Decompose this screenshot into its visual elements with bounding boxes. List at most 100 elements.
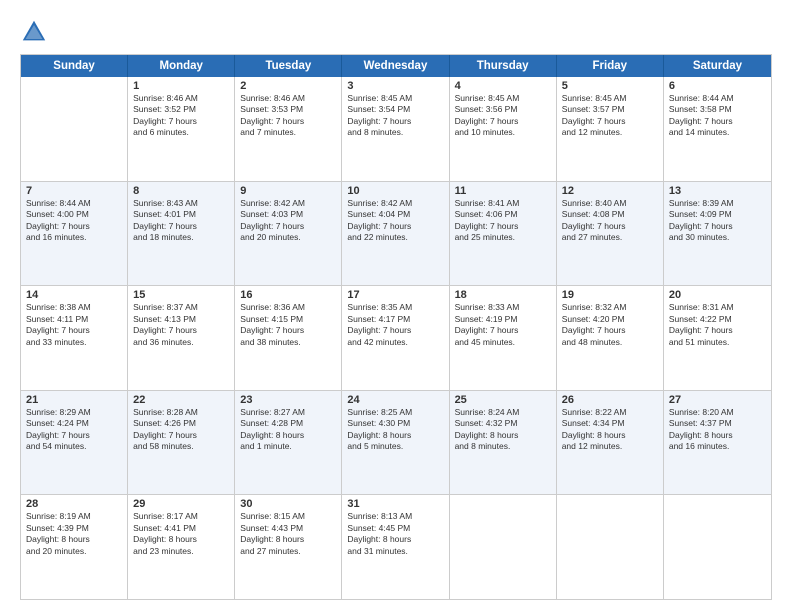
cell-date: 6 [669, 80, 766, 92]
calendar-cell-w1d2: 2Sunrise: 8:46 AM Sunset: 3:53 PM Daylig… [235, 77, 342, 181]
calendar-cell-w2d1: 8Sunrise: 8:43 AM Sunset: 4:01 PM Daylig… [128, 182, 235, 286]
cell-info: Sunrise: 8:29 AM Sunset: 4:24 PM Dayligh… [26, 407, 122, 453]
calendar-cell-w4d5: 26Sunrise: 8:22 AM Sunset: 4:34 PM Dayli… [557, 391, 664, 495]
cell-date: 31 [347, 498, 443, 510]
cell-date: 12 [562, 185, 658, 197]
cell-date: 16 [240, 289, 336, 301]
cell-date: 2 [240, 80, 336, 92]
calendar-cell-w3d3: 17Sunrise: 8:35 AM Sunset: 4:17 PM Dayli… [342, 286, 449, 390]
calendar-cell-w3d2: 16Sunrise: 8:36 AM Sunset: 4:15 PM Dayli… [235, 286, 342, 390]
calendar-row-3: 14Sunrise: 8:38 AM Sunset: 4:11 PM Dayli… [21, 286, 771, 391]
cell-date: 30 [240, 498, 336, 510]
cell-info: Sunrise: 8:28 AM Sunset: 4:26 PM Dayligh… [133, 407, 229, 453]
cell-info: Sunrise: 8:19 AM Sunset: 4:39 PM Dayligh… [26, 511, 122, 557]
cell-date: 10 [347, 185, 443, 197]
cell-date: 28 [26, 498, 122, 510]
cell-info: Sunrise: 8:33 AM Sunset: 4:19 PM Dayligh… [455, 302, 551, 348]
cell-info: Sunrise: 8:13 AM Sunset: 4:45 PM Dayligh… [347, 511, 443, 557]
cell-info: Sunrise: 8:45 AM Sunset: 3:56 PM Dayligh… [455, 93, 551, 139]
cell-info: Sunrise: 8:42 AM Sunset: 4:03 PM Dayligh… [240, 198, 336, 244]
cell-date: 25 [455, 394, 551, 406]
day-header-friday: Friday [557, 55, 664, 77]
calendar-body: 1Sunrise: 8:46 AM Sunset: 3:52 PM Daylig… [21, 77, 771, 599]
calendar-row-4: 21Sunrise: 8:29 AM Sunset: 4:24 PM Dayli… [21, 391, 771, 496]
day-header-tuesday: Tuesday [235, 55, 342, 77]
cell-date: 8 [133, 185, 229, 197]
cell-date: 23 [240, 394, 336, 406]
calendar-cell-w4d6: 27Sunrise: 8:20 AM Sunset: 4:37 PM Dayli… [664, 391, 771, 495]
cell-date: 14 [26, 289, 122, 301]
cell-info: Sunrise: 8:42 AM Sunset: 4:04 PM Dayligh… [347, 198, 443, 244]
cell-info: Sunrise: 8:44 AM Sunset: 4:00 PM Dayligh… [26, 198, 122, 244]
calendar-cell-w3d1: 15Sunrise: 8:37 AM Sunset: 4:13 PM Dayli… [128, 286, 235, 390]
calendar-row-2: 7Sunrise: 8:44 AM Sunset: 4:00 PM Daylig… [21, 182, 771, 287]
cell-info: Sunrise: 8:41 AM Sunset: 4:06 PM Dayligh… [455, 198, 551, 244]
calendar-row-5: 28Sunrise: 8:19 AM Sunset: 4:39 PM Dayli… [21, 495, 771, 599]
calendar-cell-w5d4 [450, 495, 557, 599]
calendar-cell-w2d0: 7Sunrise: 8:44 AM Sunset: 4:00 PM Daylig… [21, 182, 128, 286]
cell-date: 9 [240, 185, 336, 197]
header [20, 18, 772, 46]
cell-info: Sunrise: 8:46 AM Sunset: 3:52 PM Dayligh… [133, 93, 229, 139]
calendar-cell-w5d6 [664, 495, 771, 599]
logo [20, 18, 53, 46]
day-header-sunday: Sunday [21, 55, 128, 77]
page: SundayMondayTuesdayWednesdayThursdayFrid… [0, 0, 792, 612]
cell-info: Sunrise: 8:46 AM Sunset: 3:53 PM Dayligh… [240, 93, 336, 139]
cell-info: Sunrise: 8:31 AM Sunset: 4:22 PM Dayligh… [669, 302, 766, 348]
logo-icon [20, 18, 48, 46]
cell-info: Sunrise: 8:17 AM Sunset: 4:41 PM Dayligh… [133, 511, 229, 557]
calendar-cell-w2d2: 9Sunrise: 8:42 AM Sunset: 4:03 PM Daylig… [235, 182, 342, 286]
calendar-cell-w1d3: 3Sunrise: 8:45 AM Sunset: 3:54 PM Daylig… [342, 77, 449, 181]
calendar-cell-w2d5: 12Sunrise: 8:40 AM Sunset: 4:08 PM Dayli… [557, 182, 664, 286]
cell-date: 20 [669, 289, 766, 301]
calendar-cell-w3d6: 20Sunrise: 8:31 AM Sunset: 4:22 PM Dayli… [664, 286, 771, 390]
cell-info: Sunrise: 8:37 AM Sunset: 4:13 PM Dayligh… [133, 302, 229, 348]
cell-info: Sunrise: 8:32 AM Sunset: 4:20 PM Dayligh… [562, 302, 658, 348]
calendar-cell-w4d1: 22Sunrise: 8:28 AM Sunset: 4:26 PM Dayli… [128, 391, 235, 495]
cell-date: 19 [562, 289, 658, 301]
day-header-saturday: Saturday [664, 55, 771, 77]
calendar-cell-w2d6: 13Sunrise: 8:39 AM Sunset: 4:09 PM Dayli… [664, 182, 771, 286]
cell-date: 29 [133, 498, 229, 510]
calendar-header: SundayMondayTuesdayWednesdayThursdayFrid… [21, 55, 771, 77]
cell-date: 27 [669, 394, 766, 406]
calendar-cell-w2d4: 11Sunrise: 8:41 AM Sunset: 4:06 PM Dayli… [450, 182, 557, 286]
day-header-monday: Monday [128, 55, 235, 77]
calendar-cell-w5d2: 30Sunrise: 8:15 AM Sunset: 4:43 PM Dayli… [235, 495, 342, 599]
day-header-wednesday: Wednesday [342, 55, 449, 77]
cell-date: 7 [26, 185, 122, 197]
cell-date: 4 [455, 80, 551, 92]
calendar-cell-w5d5 [557, 495, 664, 599]
cell-info: Sunrise: 8:43 AM Sunset: 4:01 PM Dayligh… [133, 198, 229, 244]
calendar-cell-w3d4: 18Sunrise: 8:33 AM Sunset: 4:19 PM Dayli… [450, 286, 557, 390]
calendar-cell-w1d0 [21, 77, 128, 181]
cell-date: 24 [347, 394, 443, 406]
cell-info: Sunrise: 8:15 AM Sunset: 4:43 PM Dayligh… [240, 511, 336, 557]
cell-date: 3 [347, 80, 443, 92]
calendar-cell-w1d4: 4Sunrise: 8:45 AM Sunset: 3:56 PM Daylig… [450, 77, 557, 181]
calendar-cell-w4d0: 21Sunrise: 8:29 AM Sunset: 4:24 PM Dayli… [21, 391, 128, 495]
calendar-cell-w5d1: 29Sunrise: 8:17 AM Sunset: 4:41 PM Dayli… [128, 495, 235, 599]
calendar-cell-w5d3: 31Sunrise: 8:13 AM Sunset: 4:45 PM Dayli… [342, 495, 449, 599]
calendar-cell-w3d0: 14Sunrise: 8:38 AM Sunset: 4:11 PM Dayli… [21, 286, 128, 390]
cell-info: Sunrise: 8:25 AM Sunset: 4:30 PM Dayligh… [347, 407, 443, 453]
cell-info: Sunrise: 8:45 AM Sunset: 3:57 PM Dayligh… [562, 93, 658, 139]
calendar-cell-w1d5: 5Sunrise: 8:45 AM Sunset: 3:57 PM Daylig… [557, 77, 664, 181]
cell-info: Sunrise: 8:38 AM Sunset: 4:11 PM Dayligh… [26, 302, 122, 348]
cell-info: Sunrise: 8:40 AM Sunset: 4:08 PM Dayligh… [562, 198, 658, 244]
cell-info: Sunrise: 8:39 AM Sunset: 4:09 PM Dayligh… [669, 198, 766, 244]
cell-date: 18 [455, 289, 551, 301]
cell-date: 5 [562, 80, 658, 92]
cell-info: Sunrise: 8:35 AM Sunset: 4:17 PM Dayligh… [347, 302, 443, 348]
calendar-cell-w5d0: 28Sunrise: 8:19 AM Sunset: 4:39 PM Dayli… [21, 495, 128, 599]
calendar-cell-w3d5: 19Sunrise: 8:32 AM Sunset: 4:20 PM Dayli… [557, 286, 664, 390]
cell-info: Sunrise: 8:44 AM Sunset: 3:58 PM Dayligh… [669, 93, 766, 139]
calendar: SundayMondayTuesdayWednesdayThursdayFrid… [20, 54, 772, 600]
cell-info: Sunrise: 8:22 AM Sunset: 4:34 PM Dayligh… [562, 407, 658, 453]
cell-date: 21 [26, 394, 122, 406]
cell-info: Sunrise: 8:20 AM Sunset: 4:37 PM Dayligh… [669, 407, 766, 453]
cell-date: 15 [133, 289, 229, 301]
cell-info: Sunrise: 8:27 AM Sunset: 4:28 PM Dayligh… [240, 407, 336, 453]
day-header-thursday: Thursday [450, 55, 557, 77]
